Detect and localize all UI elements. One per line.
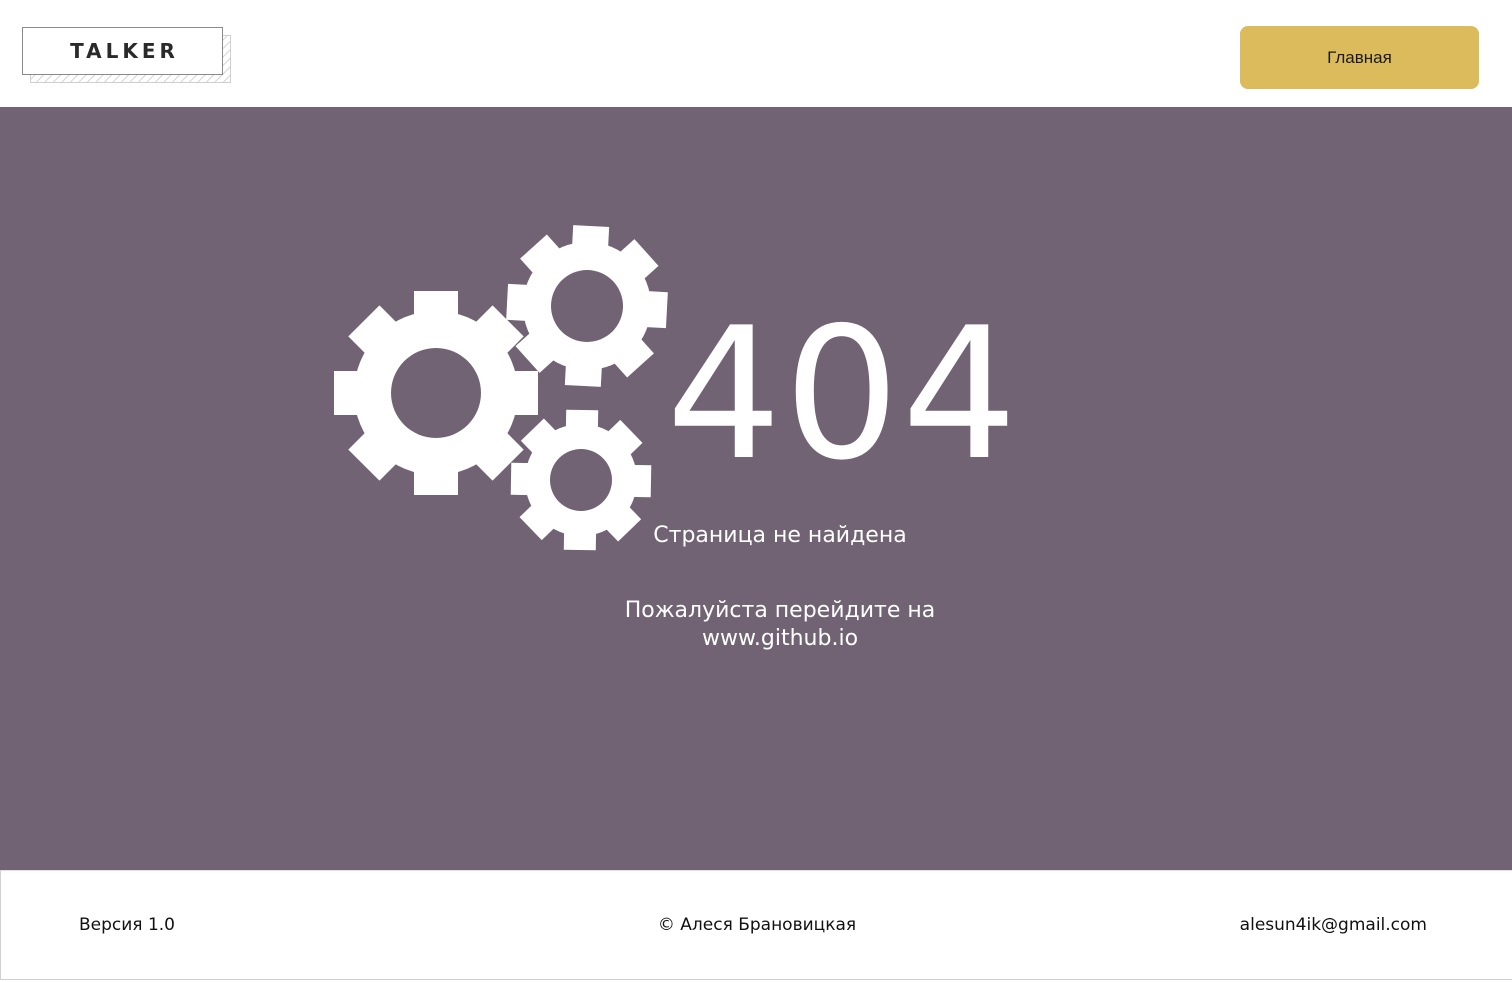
footer-email[interactable]: alesun4ik@gmail.com (1240, 915, 1427, 935)
error-hint-line1: Пожалуйста перейдите на (624, 598, 936, 623)
logo[interactable]: TALKER (22, 27, 231, 83)
gear-top-icon (506, 225, 668, 387)
footer-copyright: © Алеся Брановицкая (657, 915, 857, 935)
error-title: Страница не найдена (653, 523, 907, 548)
error-hint: Пожалуйста перейдите на www.github.io (580, 597, 980, 653)
logo-box: TALKER (22, 27, 223, 75)
error-code: 404 (666, 288, 1020, 500)
main-content: 404 Страница не найдена Пожалуйста перей… (0, 107, 1512, 870)
footer-version: Версия 1.0 (79, 915, 175, 935)
home-button[interactable]: Главная (1240, 26, 1479, 89)
footer: Версия 1.0 © Алеся Брановицкая alesun4ik… (0, 870, 1512, 980)
error-hint-link[interactable]: www.github.io (580, 625, 980, 653)
header: TALKER Главная (0, 0, 1512, 107)
logo-text: TALKER (70, 39, 179, 63)
gear-large-icon (334, 291, 538, 495)
